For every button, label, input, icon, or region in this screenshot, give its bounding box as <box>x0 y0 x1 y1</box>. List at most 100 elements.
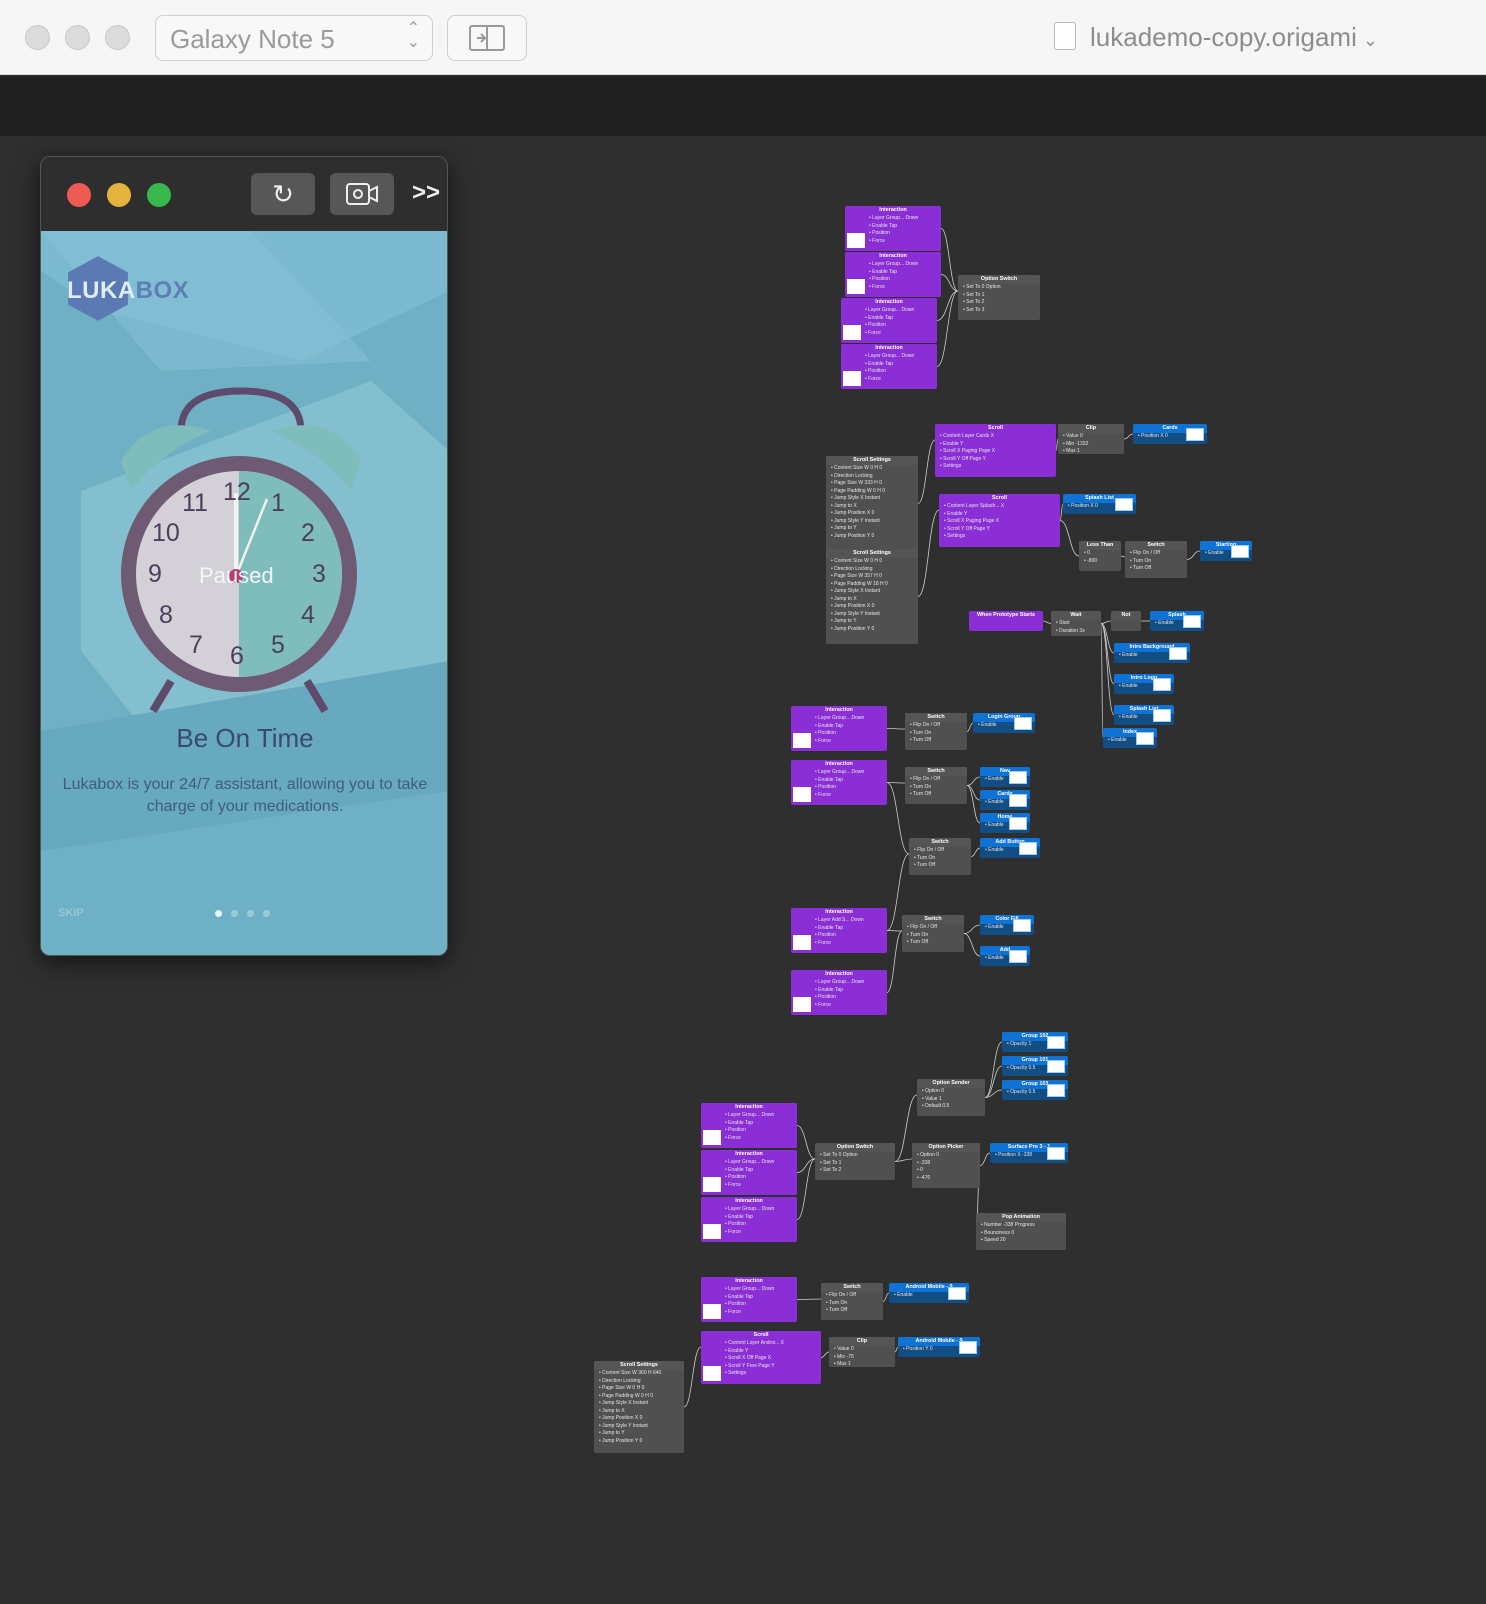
patch-port[interactable]: • Jump Position Y 0 <box>826 626 918 634</box>
patch-node-interaction[interactable]: Interaction • Layer Group... Down • Enable… <box>841 344 937 389</box>
patch-port[interactable]: • Layer Group... Down <box>841 307 937 315</box>
patch-port[interactable]: • Settings <box>939 533 1060 541</box>
patch-node-switch[interactable]: Switch • Flip On / Off • Turn On • Turn Off <box>821 1283 883 1320</box>
patch-port[interactable]: • Turn Off <box>902 939 964 947</box>
patch-port[interactable]: • Flip On / Off <box>821 1292 883 1300</box>
document-title-menu[interactable]: lukademo-copy.origami ⌄ <box>1054 22 1378 53</box>
patch-port[interactable]: • Jump to X <box>826 503 918 511</box>
reload-button[interactable]: ↻ <box>251 173 315 215</box>
patch-port[interactable]: • Turn On <box>1125 558 1187 566</box>
patch-port[interactable]: • Jump Position Y 0 <box>826 533 918 541</box>
zoom-window-button[interactable] <box>105 25 130 50</box>
patch-port[interactable]: • Value 0 <box>1058 433 1124 441</box>
page-dot[interactable] <box>215 910 222 917</box>
patch-node-option-picker[interactable]: Option Picker • Option 0 • -338 • 0 • -476 <box>912 1143 980 1188</box>
patch-node-interaction[interactable]: Interaction • Layer Group... Down • Enable… <box>845 206 941 251</box>
patch-port[interactable]: • Settings <box>935 463 1056 471</box>
patch-port[interactable]: • Content Size W 0 H 0 <box>826 465 918 473</box>
patch-node-nav[interactable]: Nav • Enable <box>980 767 1030 787</box>
patch-port[interactable]: • Content Layer Cards X <box>935 433 1056 441</box>
patch-port[interactable]: • Turn On <box>821 1300 883 1308</box>
patch-port[interactable]: • Turn Off <box>905 791 967 799</box>
patch-node-cards[interactable]: Cards • Position X 0 <box>1133 424 1207 444</box>
patch-port[interactable]: • Turn Off <box>905 737 967 745</box>
patch-port[interactable]: • Number -338 Progress <box>976 1222 1066 1230</box>
patch-port[interactable]: • Layer Group... Down <box>791 979 887 987</box>
patch-node-surface-pro-3-1[interactable]: Surface Pro 3 - 1 • Position X -338 <box>990 1143 1068 1163</box>
patch-port[interactable]: • Layer Group... Down <box>791 769 887 777</box>
patch-port[interactable]: • Page Size W 357 H 0 <box>826 573 918 581</box>
patch-port[interactable]: • Flip On / Off <box>902 924 964 932</box>
patch-port[interactable]: • Layer Group... Down <box>791 715 887 723</box>
patch-port[interactable]: • Min -1332 <box>1058 441 1124 449</box>
patch-port[interactable]: • Jump Style Y Instant <box>826 518 918 526</box>
patch-port[interactable]: • Jump Position X 0 <box>826 510 918 518</box>
patch-port[interactable]: • Jump to Y <box>826 525 918 533</box>
patch-port[interactable]: • 0 <box>1079 550 1121 558</box>
patch-node-scroll[interactable]: Scroll • Content Layer Splash... X • Enabl… <box>939 494 1060 547</box>
patch-node-interaction[interactable]: Interaction • Layer Group... Down • Enable… <box>701 1197 797 1242</box>
patch-node-switch[interactable]: Switch • Flip On / Off • Turn On • Turn Off <box>905 767 967 804</box>
patch-node-login-group[interactable]: Login Group • Enable <box>973 713 1035 733</box>
patch-port[interactable]: • Jump to Y <box>826 618 918 626</box>
patch-node-interaction[interactable]: Interaction • Layer Group... Down • Enable… <box>701 1277 797 1322</box>
patch-port[interactable]: • Direction Locking <box>826 473 918 481</box>
patch-node-add[interactable]: Add • Enable <box>980 946 1030 966</box>
patch-port[interactable]: • Jump Position Y 0 <box>594 1438 684 1446</box>
patch-node-interaction[interactable]: Interaction • Layer Group... Down • Enable… <box>701 1103 797 1148</box>
patch-node-wait[interactable]: Wait • Start • Duration 3s <box>1051 611 1101 636</box>
patch-node-interaction[interactable]: Interaction • Layer Group... Down • Enable… <box>791 970 887 1015</box>
patch-node-clip[interactable]: Clip • Value 0 • Min -1332 • Max 1 <box>1058 424 1124 454</box>
patch-port[interactable]: • Set To 1 <box>958 292 1040 300</box>
patch-port[interactable]: • Jump to Y <box>594 1430 684 1438</box>
patch-port[interactable]: • Turn On <box>902 932 964 940</box>
patch-port[interactable]: • Content Layer Splash... X <box>939 503 1060 511</box>
patch-node-intro-logo[interactable]: Intro Logo • Enable <box>1114 674 1174 694</box>
patch-port[interactable]: • Page Size W 0 H 0 <box>594 1385 684 1393</box>
patch-port[interactable]: • Turn Off <box>1125 565 1187 573</box>
layout-toggle-button[interactable] <box>447 15 527 61</box>
patch-node-interaction[interactable]: Interaction • Layer Add S... Down • Enable… <box>791 908 887 953</box>
patch-port[interactable]: • Flip On / Off <box>909 847 971 855</box>
patch-port[interactable]: • Set To 0 Option <box>815 1152 895 1160</box>
patch-port[interactable]: • Set To 1 <box>815 1160 895 1168</box>
patch-port[interactable]: • Enable Y <box>935 441 1056 449</box>
patch-port[interactable]: • Page Padding W 18 H 0 <box>826 581 918 589</box>
patch-port[interactable]: • Bounciness 0 <box>976 1230 1066 1238</box>
patch-node-scroll[interactable]: Scroll • Content Layer Cards X • Enable Y •… <box>935 424 1056 477</box>
patch-port[interactable]: • Scroll X Paging Page X <box>935 448 1056 456</box>
patch-node-clip[interactable]: Clip • Value 0 • Min -75 • Max 1 <box>829 1337 895 1367</box>
patch-port[interactable]: • Layer Group... Down <box>701 1112 797 1120</box>
patch-node-index[interactable]: Index • Enable <box>1103 728 1157 748</box>
patch-node-splash[interactable]: Splash • Enable <box>1150 611 1204 631</box>
patch-node-starting[interactable]: Starting • Enable <box>1200 541 1252 561</box>
patch-port[interactable]: • Default 0.5 <box>917 1103 985 1111</box>
patch-node-when-prototype-starts[interactable]: When Prototype Starts <box>969 611 1043 631</box>
patch-port[interactable]: • Max 1 <box>1058 448 1124 454</box>
patch-node-android-mobile-9[interactable]: Android Mobile - 9 • Position Y 0 <box>898 1337 980 1357</box>
patch-node-interaction[interactable]: Interaction • Layer Group... Down • Enable… <box>701 1150 797 1195</box>
patch-port[interactable]: • Enable Tap <box>791 925 887 933</box>
patch-port[interactable]: • Jump Style Y Instant <box>826 611 918 619</box>
viewer-close-button[interactable] <box>67 183 91 207</box>
page-dot[interactable] <box>247 910 254 917</box>
patch-node-splash-list[interactable]: Splash List • Enable <box>1114 705 1174 725</box>
patch-node-less-than[interactable]: Less Than • 0 • -800 <box>1079 541 1121 571</box>
patch-port[interactable]: • Value 1 <box>917 1096 985 1104</box>
patch-port[interactable]: • Enable Tap <box>841 361 937 369</box>
patch-port[interactable]: • Direction Locking <box>594 1378 684 1386</box>
patch-node-scroll[interactable]: Scroll • Content Layer Androi... X • Enabl… <box>701 1331 821 1384</box>
patch-node-option-sender[interactable]: Option Sender • Option 0 • Value 1 • Defaul… <box>917 1079 985 1116</box>
patch-port[interactable]: • Scroll X Paging Page X <box>939 518 1060 526</box>
patch-node-interaction[interactable]: Interaction • Layer Group... Down • Enable… <box>841 298 937 343</box>
patch-port[interactable]: • Jump Style Y Instant <box>594 1423 684 1431</box>
patch-node-group-103[interactable]: Group 103 • Opacity 0.5 <box>1002 1080 1068 1100</box>
patch-port[interactable]: • Jump Style X Instant <box>826 588 918 596</box>
patch-port[interactable]: • Enable Tap <box>845 269 941 277</box>
patch-port[interactable]: • Duration 3s <box>1051 628 1101 636</box>
patch-port[interactable]: • Start <box>1051 620 1101 628</box>
patch-port[interactable]: • Layer Group... Down <box>701 1206 797 1214</box>
patch-node-home[interactable]: Home • Enable <box>980 813 1030 833</box>
patch-port[interactable]: • Jump Position X 0 <box>594 1415 684 1423</box>
patch-port[interactable]: • Flip On / Off <box>905 776 967 784</box>
